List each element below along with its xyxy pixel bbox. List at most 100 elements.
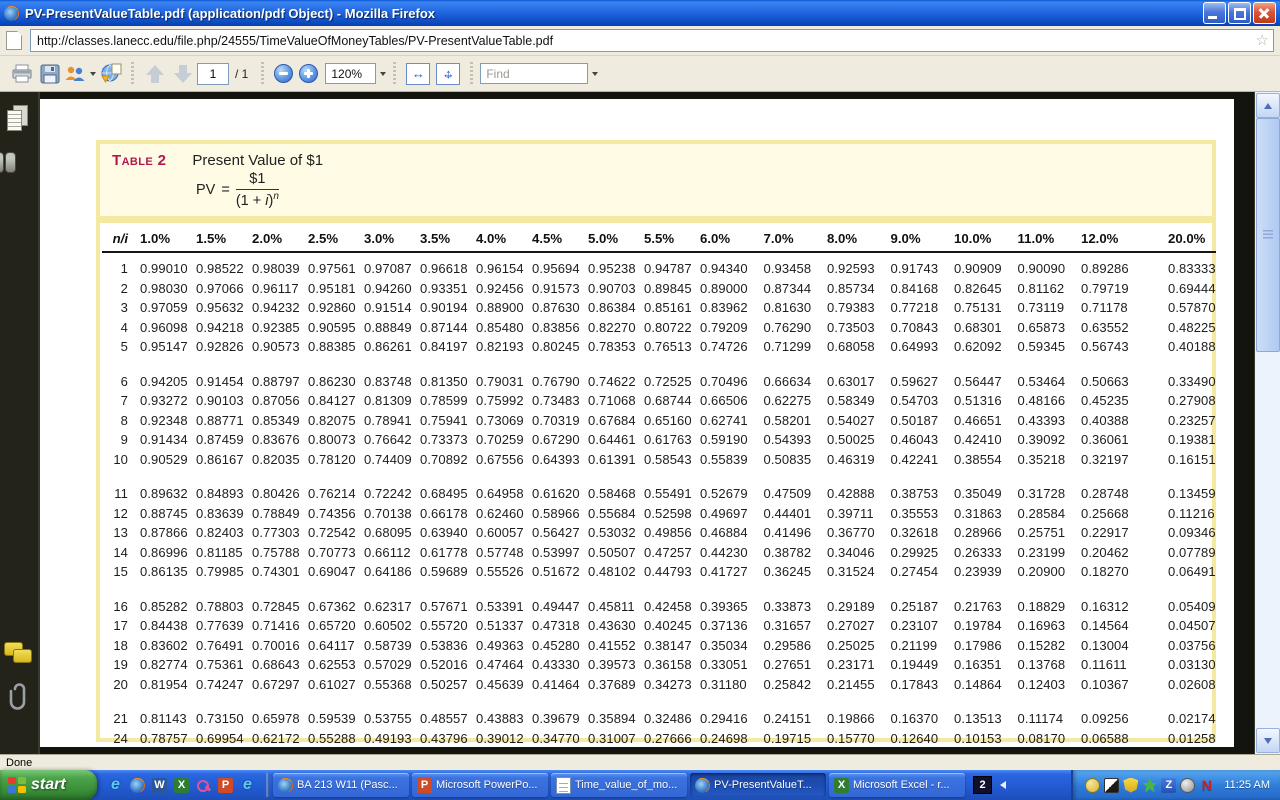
pv-value-cell: 0.22917 [1077,523,1164,543]
zoom-in-button[interactable] [299,64,318,83]
taskbar-clock[interactable]: 11:25 AM [1224,779,1270,791]
page-icon [6,31,22,50]
collaborate-button[interactable] [64,60,96,88]
url-input[interactable] [35,33,1256,49]
pv-value-cell: 0.25751 [1014,523,1078,543]
pv-value-cell: 0.46043 [887,430,951,450]
vertical-scrollbar[interactable] [1254,92,1280,754]
collaborate-icon [64,65,86,82]
quick-launch-firefox[interactable] [129,777,146,794]
quick-launch-powerpoint[interactable]: P [217,777,234,794]
quick-launch-ie[interactable]: e [107,777,124,794]
pv-value-cell: 0.64993 [887,337,951,357]
pv-value-cell: 0.87866 [136,523,192,543]
quick-launch: e WX Pe [97,777,264,794]
tray-spark-icon[interactable] [1142,778,1157,793]
pv-value-cell: 0.59689 [416,562,472,582]
pv-value-cell: 0.35553 [887,504,951,524]
pv-value-cell: 0.79383 [823,298,887,318]
pv-value-cell: 0.96618 [416,252,472,279]
pv-value-cell: 0.68495 [416,484,472,504]
pv-value-cell: 0.47464 [472,655,528,675]
quick-launch-word[interactable]: W [151,777,168,794]
pv-value-cell: 0.50187 [887,411,951,431]
pv-value-cell: 0.23257 [1164,411,1216,431]
pv-value-cell: 0.96117 [248,279,304,299]
start-label: start [31,776,66,794]
print-button[interactable] [8,60,36,88]
restore-button[interactable] [1228,2,1251,24]
rate-column-header: 1.5% [192,229,248,252]
pv-value-cell: 0.02608 [1164,675,1216,695]
previous-page-button[interactable] [141,60,169,88]
quick-launch-key[interactable] [195,777,212,794]
start-button[interactable]: start [0,770,97,800]
taskbar-button[interactable]: XMicrosoft Excel - r... [829,773,965,797]
tray-z-icon[interactable]: Z [1161,778,1176,793]
yellow-divider [100,216,1212,223]
tray-contrast-icon[interactable] [1104,778,1119,793]
pv-value-cell: 0.67556 [472,450,528,470]
period-cell: 12 [102,504,136,524]
taskbar-button[interactable]: PMicrosoft PowerPo... [412,773,548,797]
pv-value-cell: 0.43630 [584,616,640,636]
pv-value-cell: 0.84168 [887,279,951,299]
taskbar-button[interactable]: BA 213 W11 (Pasc... [273,773,409,797]
close-button[interactable] [1253,2,1276,24]
tray-messenger-icon[interactable] [1085,778,1100,793]
quick-launch-ie[interactable]: e [239,777,256,794]
attachments-paperclip-icon[interactable] [8,680,30,712]
taskbar-button[interactable]: Time_value_of_mo... [551,773,687,797]
tray-clock-icon[interactable] [1180,778,1195,793]
taskbar-divider [266,773,269,797]
pv-value-cell: 0.38753 [887,484,951,504]
bookmark-star-icon[interactable] [1256,33,1269,48]
pv-value-cell: 0.24151 [760,709,824,729]
pv-value-cell: 0.61763 [640,430,696,450]
pv-value-cell: 0.67362 [304,597,360,617]
pv-value-cell: 0.64958 [472,484,528,504]
zoom-level-box[interactable]: 120% [325,63,376,84]
pv-value-cell: 0.81630 [760,298,824,318]
find-dropdown-arrow[interactable] [592,72,598,76]
next-page-button[interactable] [169,60,197,88]
fit-page-button[interactable] [436,63,460,85]
create-pdf-online-button[interactable] [96,60,124,88]
scroll-down-icon [1264,738,1272,744]
page-number-input[interactable] [197,63,229,85]
keyboard-layout-indicator[interactable]: 2 [973,776,992,794]
taskbar-button[interactable]: PV-PresentValueT... [690,773,826,797]
hidden-icons-chevron[interactable] [1000,781,1006,789]
tray-shield-icon[interactable] [1123,778,1138,793]
quick-launch-excel[interactable]: X [173,777,190,794]
pv-value-cell: 0.82645 [950,279,1014,299]
scroll-down-button[interactable] [1256,728,1280,753]
save-button[interactable] [36,60,64,88]
zoom-out-button[interactable] [274,64,293,83]
pv-value-cell: 0.64117 [304,636,360,656]
rate-column-header: 1.0% [136,229,192,252]
minimize-button[interactable] [1203,2,1226,24]
scroll-up-button[interactable] [1256,93,1280,118]
pv-value-cell: 0.43883 [472,709,528,729]
zoom-dropdown-arrow[interactable] [380,72,386,76]
pv-table-row: 140.869960.811850.757880.707730.661120.6… [102,543,1216,563]
find-input[interactable] [484,66,584,82]
tray-norton-icon[interactable]: N [1199,778,1214,793]
fit-width-button[interactable] [406,63,430,85]
url-field [30,29,1274,52]
pdf-viewer-area: Table 2 Present Value of $1 PV = $1 (1 +… [0,92,1280,754]
period-cell: 8 [102,411,136,431]
pv-value-cell: 0.71299 [760,337,824,357]
table-label: Table 2 [112,152,166,169]
pv-value-cell: 0.38147 [640,636,696,656]
pv-value-cell: 0.53032 [584,523,640,543]
pv-value-cell: 0.68095 [360,523,416,543]
powerpoint-icon: P [218,778,233,793]
pv-value-cell: 0.57671 [416,597,472,617]
scrollbar-thumb[interactable] [1256,118,1280,352]
pv-value-cell: 0.57748 [472,543,528,563]
pv-value-cell: 0.90529 [136,450,192,470]
pv-value-cell: 0.59627 [887,372,951,392]
pv-value-cell: 0.78353 [584,337,640,357]
